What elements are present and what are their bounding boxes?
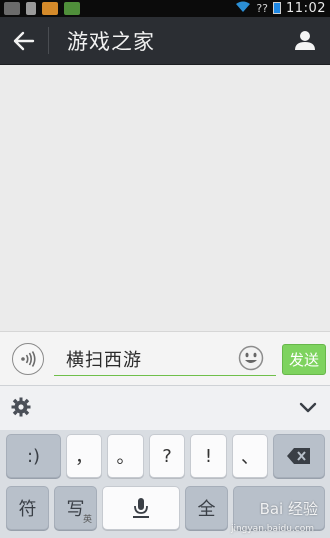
emoji-icon [238,345,264,371]
signal-text: ?? [256,2,269,15]
title-divider [48,27,49,54]
keyboard-collapse-button[interactable] [298,398,318,418]
back-arrow-icon [13,31,35,50]
key-backspace[interactable] [273,434,325,478]
keyboard: :) ， 。 ? ! 、 符 写 英 全 [0,430,330,538]
app-icon-2 [64,2,80,15]
page-title: 游戏之家 [67,30,155,54]
status-bar: ?? 11:02 [0,0,330,17]
message-input-value: 横扫西游 [66,350,142,371]
notification-icon [4,2,20,15]
battery-icon [273,1,282,17]
key-handwrite[interactable]: 写 英 [54,486,97,530]
profile-icon [295,31,315,50]
backspace-icon [287,448,310,464]
chat-area [0,65,330,331]
keyboard-toolbar [0,385,330,431]
chevron-down-icon [299,402,317,413]
key-handwrite-label: 写 [66,499,85,520]
voice-icon [21,351,36,367]
watermark-url: jingyan.baidu.com [230,524,314,534]
title-bar: 游戏之家 [0,17,330,65]
key-period[interactable]: 。 [107,434,144,478]
wifi-icon [235,1,251,16]
key-emoticon[interactable]: :) [6,434,61,478]
profile-button[interactable] [290,25,320,55]
mic-icon [133,498,149,518]
back-button[interactable] [0,17,48,64]
status-icons-right: ?? 11:02 [235,0,326,17]
clock: 11:02 [286,1,326,16]
status-icons-left [4,1,80,16]
voice-button[interactable] [12,343,44,375]
gear-icon [11,397,31,417]
send-button[interactable]: 发送 [282,344,326,375]
screen: ?? 11:02 游戏之家 横扫西游 发送:) ， 。 ? ! 、 符 写 英… [0,0,330,538]
key-fullwidth[interactable]: 全 [185,486,228,530]
key-space[interactable] [102,486,180,530]
key-exclaim[interactable]: ! [190,434,227,478]
key-comma[interactable]: ， [66,434,102,478]
key-handwrite-sub: 英 [82,515,92,525]
key-symbols[interactable]: 符 [6,486,49,530]
key-enum-comma[interactable]: 、 [232,434,268,478]
key-question[interactable]: ? [149,434,185,478]
emoji-button[interactable] [238,345,264,371]
keyboard-settings-button[interactable] [10,396,34,420]
app-icon [42,2,58,15]
message-composer: 横扫西游 发送 [0,331,330,386]
usb-icon [26,2,36,15]
watermark: Bai 经验 [259,500,318,518]
